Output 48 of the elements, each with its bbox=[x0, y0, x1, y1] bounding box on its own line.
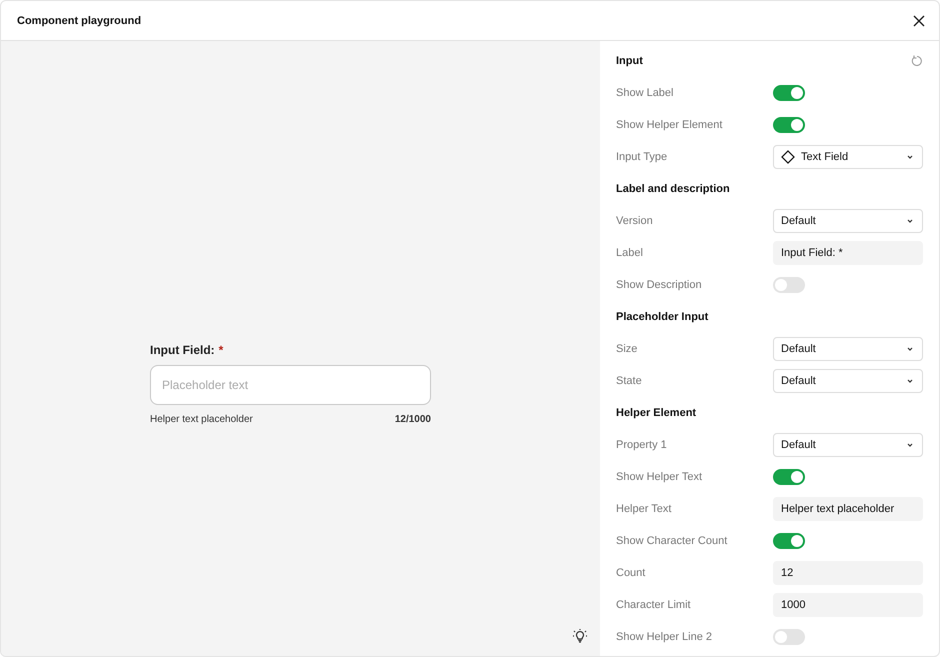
reset-icon[interactable] bbox=[911, 55, 923, 67]
property-label: Version bbox=[616, 215, 653, 227]
dropdown[interactable]: Default bbox=[773, 369, 923, 393]
input-field[interactable]: Placeholder text bbox=[150, 364, 431, 404]
section-heading: Label and description bbox=[616, 183, 730, 195]
text-input[interactable]: 1000 bbox=[773, 593, 923, 617]
property-label: Size bbox=[616, 343, 638, 355]
chevron-down-icon bbox=[906, 346, 914, 352]
chevron-down-icon bbox=[906, 218, 914, 224]
toggle-switch[interactable] bbox=[773, 533, 805, 549]
property-label: Show Helper Element bbox=[616, 119, 722, 131]
helper-text: Helper text placeholder bbox=[150, 414, 253, 424]
property-label: Count bbox=[616, 567, 646, 579]
chevron-down-icon bbox=[906, 378, 914, 384]
section-heading: Input bbox=[616, 55, 643, 67]
close-icon[interactable] bbox=[911, 12, 927, 28]
property-label: Label bbox=[616, 247, 643, 259]
dropdown[interactable]: Default bbox=[773, 209, 923, 233]
chevron-down-icon bbox=[906, 154, 914, 160]
toggle-switch[interactable] bbox=[773, 117, 805, 133]
property-label: Show Helper Text bbox=[616, 471, 702, 483]
text-input[interactable]: Input Field: * bbox=[773, 241, 923, 265]
lightbulb-icon[interactable] bbox=[572, 628, 588, 644]
text-input[interactable]: Helper text placeholder bbox=[773, 497, 923, 521]
property-label: Property 1 bbox=[616, 439, 667, 451]
required-mark: * bbox=[218, 342, 224, 356]
toggle-switch[interactable] bbox=[773, 277, 805, 293]
character-count: 12/1000 bbox=[394, 414, 431, 424]
dropdown[interactable]: Default bbox=[773, 337, 923, 361]
field-label: Input Field: bbox=[150, 342, 215, 356]
property-label: Character Limit bbox=[616, 599, 691, 611]
dropdown[interactable]: Text Field bbox=[773, 145, 923, 169]
property-label: Show Label bbox=[616, 87, 674, 99]
dropdown[interactable]: Default bbox=[773, 433, 923, 457]
property-label: State bbox=[616, 375, 642, 387]
text-input[interactable]: 12 bbox=[773, 561, 923, 585]
property-label: Show Helper Line 2 bbox=[616, 631, 712, 643]
property-label: Input Type bbox=[616, 151, 668, 163]
section-heading: Helper Element bbox=[616, 407, 696, 419]
section-heading: Placeholder Input bbox=[616, 311, 708, 323]
toggle-switch[interactable] bbox=[773, 629, 805, 645]
property-label: Show Character Count bbox=[616, 535, 728, 547]
property-label: Helper Text bbox=[616, 503, 672, 515]
chevron-down-icon bbox=[906, 442, 914, 448]
toggle-switch[interactable] bbox=[773, 85, 805, 101]
toggle-switch[interactable] bbox=[773, 469, 805, 485]
window-title: Component playground bbox=[17, 14, 142, 26]
property-label: Show Description bbox=[616, 279, 702, 291]
